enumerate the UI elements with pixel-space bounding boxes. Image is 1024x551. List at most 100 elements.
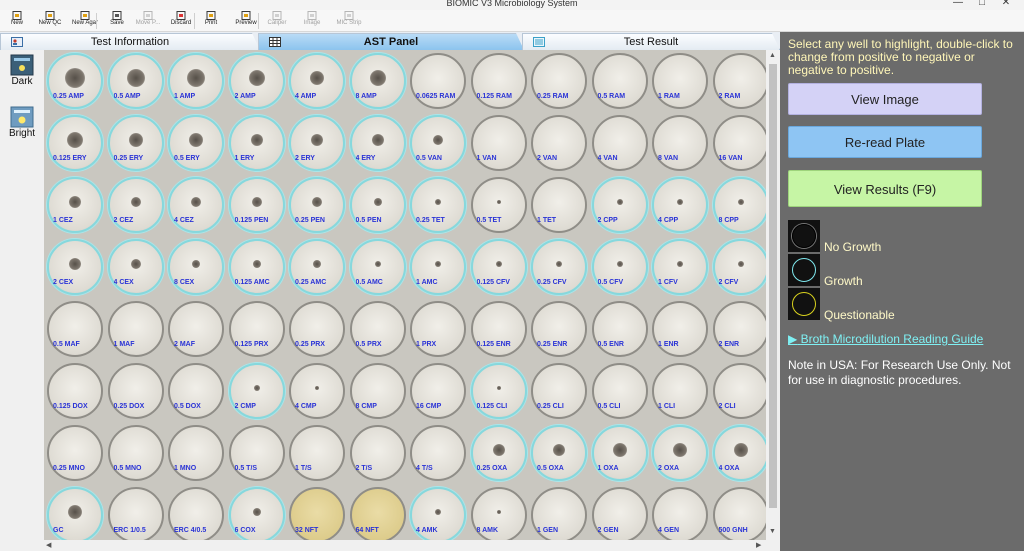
plate-well[interactable]: 0.25 MNO (47, 425, 103, 481)
scroll-down-icon[interactable]: ▼ (769, 528, 776, 535)
toolbar-button-move-p[interactable]: Move P... (134, 11, 162, 31)
plate-well[interactable]: ERC 4/0.5 (168, 487, 224, 540)
tab-ast-panel[interactable]: AST Panel (258, 33, 524, 50)
scroll-up-icon[interactable]: ▲ (769, 52, 776, 59)
plate-well[interactable]: 0.25 OXA (470, 425, 527, 481)
plate-well[interactable]: 0.0625 RAM (410, 53, 466, 109)
plate-well[interactable]: 4 CEX (107, 239, 164, 295)
reread-plate-button[interactable]: Re-read Plate (788, 126, 982, 158)
toolbar-button-image[interactable]: Image (296, 11, 328, 31)
plate-well[interactable]: 0.125 PEN (228, 177, 285, 233)
plate-well[interactable]: 0.125 CFV (470, 239, 527, 295)
plate-well[interactable]: 500 GNH (712, 487, 766, 540)
plate-well[interactable]: 1 VAN (470, 115, 527, 171)
minimize-icon[interactable]: — (946, 0, 970, 8)
plate-well[interactable]: 0.5 OXA (531, 425, 587, 481)
plate-well[interactable]: 2 CLI (712, 363, 766, 419)
plate-well[interactable]: 4 ERY (349, 115, 406, 171)
plate-well[interactable]: 0.5 T/S (228, 425, 285, 481)
plate-well[interactable]: 0.125 RAM (470, 53, 527, 109)
plate-well[interactable]: 2 ERY (289, 115, 345, 171)
tab-test-information[interactable]: Test Information (0, 33, 260, 50)
plate-well[interactable]: 1 AMP (168, 53, 224, 109)
plate-well[interactable]: 1 TET (531, 177, 587, 233)
plate-well[interactable]: 8 CMP (349, 363, 406, 419)
toolbar-button-new[interactable]: New (6, 11, 28, 31)
plate-well[interactable]: 2 GEN (591, 487, 648, 540)
view-results-button[interactable]: View Results (F9) (788, 170, 982, 207)
plate-well[interactable]: 0.5 AMP (107, 53, 164, 109)
plate-well[interactable]: 0.25 TET (410, 177, 466, 233)
plate-well[interactable]: ERC 1/0.5 (107, 487, 164, 540)
toolbar-button-new-qc[interactable]: New QC (36, 11, 64, 31)
plate-well[interactable]: 1 MAF (107, 301, 164, 357)
toolbar-button-caliper[interactable]: Caliper (264, 11, 290, 31)
plate-well[interactable]: 0.25 ENR (531, 301, 587, 357)
scroll-right-icon[interactable]: ▶ (756, 541, 761, 549)
plate-well[interactable]: 6 COX (228, 487, 285, 540)
toolbar-button-preview[interactable]: Preview (232, 11, 260, 31)
plate-well[interactable]: 2 CEX (47, 239, 103, 295)
plate-well[interactable]: 0.5 PRX (349, 301, 406, 357)
plate-well[interactable]: 0.25 AMC (289, 239, 345, 295)
plate-well[interactable]: 0.125 AMC (228, 239, 285, 295)
vertical-scrollbar[interactable]: ▲ ▼ (766, 50, 780, 540)
plate-well[interactable]: 0.25 CFV (531, 239, 587, 295)
toolbar-button-mic-strip[interactable]: MIC Strip (334, 11, 364, 31)
close-icon[interactable]: ✕ (994, 0, 1018, 8)
plate-well[interactable]: 0.5 CLI (591, 363, 648, 419)
plate-well[interactable]: 0.25 ERY (107, 115, 164, 171)
plate-well[interactable]: 2 OXA (652, 425, 708, 481)
plate-well[interactable]: 0.5 ERY (168, 115, 224, 171)
plate-well[interactable]: 1 MNO (168, 425, 224, 481)
plate-well[interactable]: 1 ENR (652, 301, 708, 357)
plate-well[interactable]: 2 CEZ (107, 177, 164, 233)
plate-well[interactable]: 2 MAF (168, 301, 224, 357)
vertical-scroll-thumb[interactable] (769, 64, 777, 508)
plate-well[interactable]: 1 CFV (652, 239, 708, 295)
maximize-icon[interactable]: □ (970, 0, 994, 8)
plate-well[interactable]: 2 CFV (712, 239, 766, 295)
plate-well[interactable]: 0.5 PEN (349, 177, 406, 233)
plate-well[interactable]: 0.125 PRX (228, 301, 285, 357)
plate-well[interactable]: 4 OXA (712, 425, 766, 481)
plate-well[interactable]: 2 RAM (712, 53, 766, 109)
tab-test-result[interactable]: Test Result (522, 33, 780, 50)
plate-well[interactable]: 32 NFT (289, 487, 345, 540)
plate-well[interactable]: 2 T/S (349, 425, 406, 481)
view-image-button[interactable]: View Image (788, 83, 982, 115)
plate-well[interactable]: 4 VAN (591, 115, 648, 171)
plate-well[interactable]: 2 AMP (228, 53, 285, 109)
scroll-left-icon[interactable]: ◀ (46, 541, 51, 549)
plate-well[interactable]: GC (47, 487, 103, 540)
toolbar-button-discard[interactable]: Discard (168, 11, 194, 31)
plate-well[interactable]: 0.25 PRX (289, 301, 345, 357)
plate-well[interactable]: 0.125 ENR (470, 301, 527, 357)
plate-well[interactable]: 0.5 TET (470, 177, 527, 233)
plate-well[interactable]: 1 AMC (410, 239, 466, 295)
plate-well[interactable]: 4 CPP (652, 177, 708, 233)
bright-lighting-button[interactable]: Bright (6, 106, 38, 139)
plate-well[interactable]: 0.25 CLI (531, 363, 587, 419)
plate-well[interactable]: 0.5 MNO (107, 425, 164, 481)
plate-well[interactable]: 64 NFT (349, 487, 406, 540)
plate-well[interactable]: 4 AMK (410, 487, 466, 540)
plate-well[interactable]: 8 CPP (712, 177, 766, 233)
plate-well[interactable]: 2 VAN (531, 115, 587, 171)
plate-well[interactable]: 4 CEZ (168, 177, 224, 233)
plate-well[interactable]: 0.25 AMP (47, 53, 103, 109)
horizontal-scrollbar[interactable]: ◀ ▶ (44, 540, 780, 551)
plate-well[interactable]: 16 VAN (712, 115, 766, 171)
plate-well[interactable]: 0.25 RAM (531, 53, 587, 109)
plate-well[interactable]: 0.25 DOX (107, 363, 164, 419)
toolbar-button-print[interactable]: Print (200, 11, 222, 31)
plate-well[interactable]: 0.5 ENR (591, 301, 648, 357)
plate-well[interactable]: 1 OXA (591, 425, 648, 481)
plate-well[interactable]: 0.125 ERY (47, 115, 103, 171)
broth-guide-link[interactable]: ▶ Broth Microdilution Reading Guide (788, 332, 983, 346)
plate-well[interactable]: 1 CLI (652, 363, 708, 419)
toolbar-button-save[interactable]: Save (106, 11, 128, 31)
plate-well[interactable]: 8 AMP (349, 53, 406, 109)
plate-well[interactable]: 4 CMP (289, 363, 345, 419)
plate-well[interactable]: 0.25 PEN (289, 177, 345, 233)
